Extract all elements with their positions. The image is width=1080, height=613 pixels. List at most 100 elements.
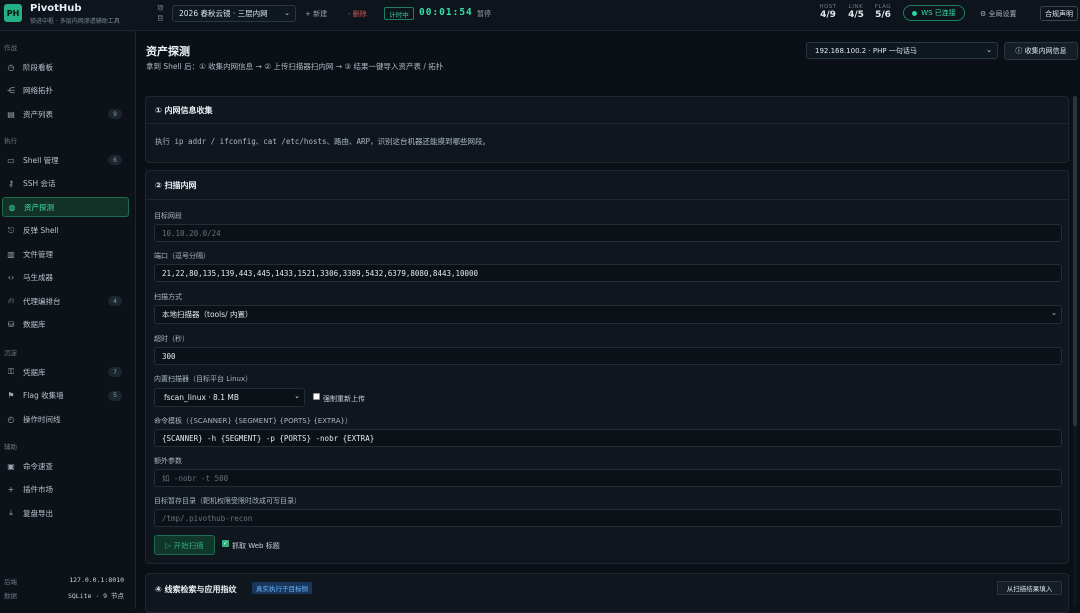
app-subtitle: 锁进中枢 · 多层内网渗透辅助工具 — [30, 18, 120, 25]
export-icon: ⤓ — [9, 508, 13, 517]
extra-args-label: 额外参数 — [154, 457, 182, 465]
sidebar-item-label: Flag 收集墙 — [23, 391, 64, 400]
database-icon: ⛁ — [7, 320, 15, 329]
command-template-input[interactable]: {SCANNER} -h {SEGMENT} -p {PORTS} -nobr … — [154, 429, 1062, 447]
command-template-label: 命令模板（{SCANNER} {SEGMENT} {PORTS} {EXTRA}… — [154, 417, 352, 425]
count-badge: 4 — [108, 296, 122, 306]
page-title: 资产探测 — [146, 45, 190, 58]
sidebar-item[interactable]: ⎋ 反弹 Shell — [2, 221, 129, 241]
ports-label: 端口（逗号分隔） — [154, 252, 210, 260]
flag-stat-value: 5/6 — [875, 10, 891, 20]
project-select[interactable]: 2026 春秋云镜 · 三层内网 ⌄ — [172, 5, 296, 22]
collect-intranet-info-button[interactable]: ⓘ 收集内网信息 — [1004, 42, 1078, 60]
plugin-icon: + — [7, 485, 15, 494]
timeout-input[interactable]: 300 — [154, 347, 1062, 365]
sidebar-item[interactable]: ⚑ Flag 收集墙 5 — [2, 386, 129, 406]
scan-mode-label: 扫描方式 — [154, 293, 182, 301]
project-select-value: 2026 春秋云镜 · 三层内网 — [179, 9, 268, 18]
target-shell-select[interactable]: 192.168.100.2 · PHP 一句话马 ⌄ — [806, 42, 998, 59]
status-dot-icon — [912, 10, 918, 16]
compliance-button[interactable]: 合规声明 — [1040, 6, 1078, 21]
sidebar-item[interactable]: ⋲ 网络拓扑 — [2, 81, 129, 101]
scan-mode-select[interactable]: 本地扫描器（tools/ 内置） ⌄ — [154, 305, 1062, 324]
sidebar-item-label: 文件管理 — [23, 249, 53, 259]
force-upload-label: 强制重新上传 — [323, 395, 365, 403]
sidebar: 作战 ◷ 阶段看板 ⋲ 网络拓扑 ▤ 资产列表 9 执行 ▭ Shell 管理 6 ⚷ SSH 会话 ◍ 资产… — [0, 31, 136, 609]
delete-project-button[interactable]: - 删除 — [348, 9, 367, 19]
sidebar-item-label: 插件市场 — [23, 485, 53, 494]
gear-icon: ⚙ — [980, 10, 987, 18]
sidebar-item[interactable]: ⛁ 数据库 — [2, 315, 129, 335]
sidebar-item[interactable]: + 插件市场 — [2, 480, 129, 500]
sidebar-item-label: 操作时间线 — [23, 414, 61, 424]
sidebar-item[interactable]: ▤ 资产列表 9 — [2, 104, 129, 124]
app-name: PivotHub — [30, 3, 82, 14]
link-stat: LINK 4/5 — [845, 4, 867, 20]
count-badge: 6 — [108, 155, 122, 165]
dashboard-icon: ◷ — [7, 62, 15, 72]
builtin-scanner-value: fscan_linux · 8.1 MB — [164, 393, 239, 402]
web-title-checkbox[interactable]: ✓ — [222, 540, 229, 547]
topology-icon: ⋲ — [7, 86, 15, 95]
sidebar-section-title: 执行 — [4, 137, 17, 145]
timeout-label: 超时（秒） — [154, 335, 189, 343]
segment-input[interactable]: 10.10.20.0/24 — [154, 224, 1062, 242]
fill-from-scan-button[interactable]: 从扫描结果填入 — [997, 581, 1062, 595]
code-icon: ‹› — [7, 273, 15, 282]
flag-stat: FLAG 5/6 — [872, 4, 894, 20]
pause-button[interactable]: 暂停 — [477, 9, 491, 19]
sidebar-item[interactable]: ▭ Shell 管理 6 — [2, 150, 129, 170]
project-label: 项目 — [157, 4, 164, 22]
host-stat-value: 4/9 — [820, 10, 836, 20]
temp-dir-input[interactable]: /tmp/.pivothub-recon — [154, 509, 1062, 527]
global-settings-button[interactable]: ⚙ 全局设置 — [980, 9, 1017, 19]
sidebar-item[interactable]: ⚷ SSH 会话 — [2, 174, 129, 194]
sidebar-item[interactable]: ◍ 资产探测 — [2, 197, 129, 217]
sidebar-item[interactable]: ⚿ 凭据库 7 — [2, 362, 129, 382]
sidebar-item[interactable]: ◴ 操作时间线 — [2, 409, 129, 429]
scan-mode-value: 本地扫描器（tools/ 内置） — [162, 310, 253, 319]
sidebar-item-label: 网络拓扑 — [23, 86, 53, 95]
flag-icon: ⚑ — [7, 391, 15, 400]
sidebar-item-label: 资产列表 — [23, 109, 53, 119]
web-title-label: 抓取 Web 标题 — [232, 542, 280, 550]
real-exec-badge: 真实执行于目标侧 — [252, 582, 312, 594]
timer-display: 00:01:54 — [419, 7, 473, 18]
sidebar-item-label: 复盘导出 — [23, 508, 53, 518]
sidebar-item-label: 资产探测 — [24, 202, 54, 212]
force-upload-checkbox[interactable] — [313, 393, 320, 400]
sidebar-footer-value: SQLite · 9 节点 — [67, 592, 124, 600]
ports-input[interactable]: 21,22,80,135,139,443,445,1433,1521,3306,… — [154, 264, 1062, 282]
start-scan-button[interactable]: ▷ 开始扫描 — [154, 535, 215, 555]
page-subtitle: 拿到 Shell 后：① 收集内网信息 → ② 上传扫描器扫内网 → ③ 结果一… — [146, 62, 444, 71]
ssh-key-icon: ⚷ — [8, 179, 14, 188]
chevron-down-icon: ⌄ — [986, 46, 992, 54]
extra-args-input[interactable]: 如 -nobr -t 500 — [154, 469, 1062, 487]
sidebar-item[interactable]: ▣ 命令速查 — [2, 456, 129, 476]
link-stat-value: 4/5 — [848, 10, 864, 20]
sidebar-footer-value: 127.0.0.1:8010 — [69, 576, 124, 584]
sidebar-item-label: 马生成器 — [23, 273, 53, 282]
timeline-icon: ◴ — [7, 414, 15, 424]
card-title: ① 内网信息收集 — [155, 106, 213, 115]
sidebar-item[interactable]: ‹› 马生成器 — [2, 268, 129, 288]
card-title: ④ 线索检索与应用指纹 — [155, 585, 237, 594]
file-icon: ▥ — [7, 249, 15, 259]
count-badge: 5 — [108, 390, 122, 401]
reverse-shell-icon: ⎋ — [7, 225, 15, 235]
asset-list-icon: ▤ — [7, 109, 15, 119]
scrollbar-thumb[interactable] — [1073, 96, 1077, 426]
sidebar-item[interactable]: ▥ 文件管理 — [2, 244, 129, 264]
top-bar: PH PivotHub 锁进中枢 · 多层内网渗透辅助工具 项目 2026 春秋… — [0, 0, 1080, 31]
sidebar-footer-key: 后端 — [4, 578, 17, 586]
app-logo: PH — [4, 4, 22, 22]
new-project-button[interactable]: + 新建 — [305, 9, 327, 19]
shell-icon: ▭ — [7, 155, 15, 165]
sidebar-item-label: 数据库 — [23, 320, 46, 329]
segment-label: 目标网段 — [154, 212, 182, 220]
sidebar-item[interactable]: ◷ 阶段看板 — [2, 57, 129, 77]
sidebar-item[interactable]: ⤓ 复盘导出 — [2, 503, 129, 523]
sidebar-item[interactable]: ⛙ 代理编排台 4 — [2, 291, 129, 311]
target-shell-value: 192.168.100.2 · PHP 一句话马 — [815, 46, 917, 55]
builtin-scanner-select[interactable]: fscan_linux · 8.1 MB ⌄ — [154, 388, 305, 407]
